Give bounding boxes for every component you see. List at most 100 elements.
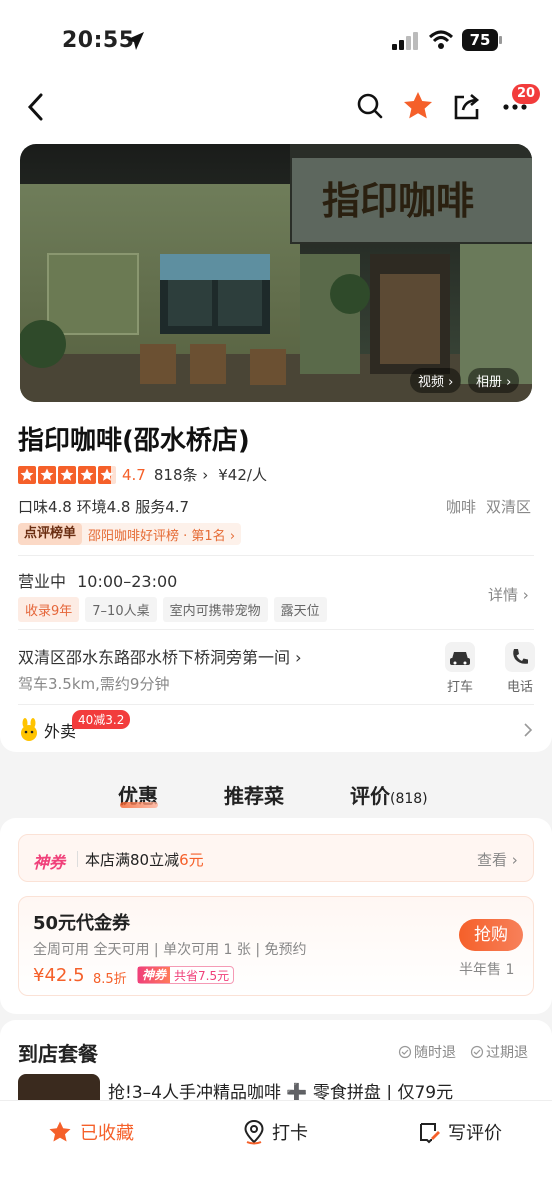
separator	[77, 851, 78, 867]
offers-section: 神券 本店满80立减6元 查看 › 50元代金券 全周可用 全天可用 | 单次可…	[0, 818, 552, 1014]
ranking-badge: 点评榜单	[18, 523, 83, 545]
checkin-label: 打卡	[272, 1123, 308, 1144]
delivery-icon	[21, 718, 37, 741]
chevron-right-icon	[524, 723, 533, 737]
tag-listed: 收录9年	[18, 597, 80, 622]
package-title: 到店套餐	[18, 1042, 98, 1066]
shop-photo[interactable]: 指印咖啡 视频 › 相册 ›	[20, 144, 532, 402]
category-label: 咖啡	[446, 498, 477, 516]
star-icon	[49, 1121, 71, 1142]
rating-star	[38, 465, 56, 484]
district-label: 双清区	[486, 498, 532, 516]
top-nav: 20	[0, 80, 552, 140]
location-pin-icon	[244, 1119, 264, 1145]
refund-any: 随时退	[398, 1042, 456, 1062]
car-icon	[445, 642, 475, 672]
coupon-card[interactable]: 神券 本店满80立减6元 查看 ›	[18, 834, 534, 882]
rating-star	[58, 465, 76, 484]
sub-scores: 口味4.8 环境4.8 服务4.7	[18, 498, 190, 516]
rating-star	[18, 465, 36, 484]
review-count-link[interactable]: 818条 ›	[154, 464, 208, 485]
saved-label: 已收藏	[80, 1123, 134, 1144]
check-circle-icon	[398, 1045, 412, 1059]
open-status: 营业中	[18, 572, 67, 591]
rating-star	[98, 465, 116, 484]
store-sign: 指印咖啡	[322, 178, 474, 223]
average-price: ¥42/人	[218, 466, 267, 484]
phone-icon	[505, 642, 535, 672]
refund-expired: 过期退	[470, 1042, 528, 1062]
delivery-row[interactable]: 外卖	[18, 718, 76, 742]
taxi-button[interactable]: 打车	[444, 642, 476, 700]
divider	[18, 555, 534, 556]
coupon-text: 本店满80立减6元	[85, 849, 204, 870]
divider	[18, 704, 534, 705]
voucher-price: ¥42.5	[33, 965, 85, 986]
search-icon[interactable]	[356, 92, 384, 120]
write-review-button[interactable]: 写评价	[418, 1119, 502, 1145]
details-link[interactable]: 详情 ›	[488, 584, 529, 605]
tag-pets: 室内可携带宠物	[162, 597, 268, 622]
tab-reviews-count: (818)	[390, 791, 428, 807]
back-icon[interactable]	[24, 92, 48, 122]
distance-text: 驾车3.5km,需约9分钟	[18, 675, 170, 693]
tab-offers[interactable]: 优惠	[118, 780, 158, 809]
feature-tags: 收录9年 7–10人桌 室内可携带宠物 露天位	[18, 597, 333, 622]
address-link[interactable]: 双清区邵水东路邵水桥下桥洞旁第一间 ›	[18, 644, 302, 668]
edit-review-icon	[420, 1123, 440, 1144]
phone-button[interactable]: 电话	[503, 642, 537, 700]
business-hours: 营业中 10:00–23:00	[18, 568, 177, 592]
video-button[interactable]: 视频 ›	[410, 368, 462, 393]
voucher-sold: 半年售 1	[459, 962, 515, 978]
coupon-brand: 神券	[33, 853, 66, 872]
voucher-conditions: 全周可用 全天可用 | 单次可用 1 张 | 免预约	[33, 942, 307, 958]
star-icon[interactable]	[402, 90, 434, 122]
tab-reviews-label: 评价	[350, 784, 390, 808]
ranking-banner[interactable]: 点评榜单 邵阳咖啡好评榜 · 第1名 ›	[18, 523, 242, 545]
voucher-brand: 神券	[138, 967, 171, 983]
share-icon[interactable]	[452, 92, 482, 122]
tab-dishes[interactable]: 推荐菜	[224, 780, 284, 809]
voucher-card[interactable]: 50元代金券 全周可用 全天可用 | 单次可用 1 张 | 免预约 ¥42.5 …	[18, 896, 534, 996]
tab-indicator	[120, 802, 158, 808]
battery-indicator: 75	[462, 29, 498, 51]
coupon-text-label: 本店满80立减	[85, 851, 180, 869]
check-circle-icon	[470, 1045, 484, 1059]
tab-reviews[interactable]: 评价(818)	[350, 780, 428, 809]
status-bar: 20:55 75	[0, 0, 552, 80]
refund-any-label: 随时退	[414, 1045, 456, 1061]
wifi-icon	[428, 30, 454, 49]
rating-row: 4.7 818条 › ¥42/人	[18, 464, 267, 485]
delivery-badge: 40减3.2	[72, 710, 131, 729]
write-review-label: 写评价	[448, 1123, 502, 1144]
saved-button[interactable]: 已收藏	[48, 1119, 134, 1145]
shop-name: 指印咖啡(邵水桥店)	[18, 426, 250, 456]
phone-label: 电话	[506, 680, 533, 695]
ranking-text: 邵阳咖啡好评榜 · 第1名 ›	[88, 528, 236, 544]
divider	[18, 629, 534, 630]
bottom-bar: 已收藏 打卡 写评价	[0, 1100, 552, 1200]
coupon-view-link[interactable]: 查看 ›	[477, 849, 518, 870]
hours-text: 10:00–23:00	[77, 572, 178, 591]
tag-outdoor: 露天位	[273, 597, 327, 622]
voucher-title: 50元代金券	[33, 913, 131, 934]
tag-table: 7–10人桌	[85, 597, 157, 622]
rating-star	[78, 465, 96, 484]
album-button[interactable]: 相册 ›	[468, 368, 520, 393]
voucher-discount: 8.5折	[93, 972, 127, 987]
storefront-image: 指印咖啡	[20, 144, 532, 402]
rating-value: 4.7	[122, 465, 146, 484]
notification-badge: 20	[512, 84, 541, 104]
buy-button[interactable]: 抢购	[459, 919, 523, 951]
taxi-label: 打车	[446, 680, 473, 695]
rating-stars	[18, 465, 116, 484]
voucher-saving: 共省7.5元	[174, 968, 230, 983]
refund-expired-label: 过期退	[486, 1045, 528, 1061]
voucher-saving-badge: 神券 共省7.5元	[137, 966, 235, 984]
cellular-signal-icon	[392, 32, 418, 50]
location-arrow-icon	[126, 32, 144, 50]
section-tabs: 优惠 推荐菜 评价(818)	[0, 760, 552, 816]
battery-tip	[499, 36, 502, 44]
checkin-button[interactable]: 打卡	[242, 1119, 308, 1145]
coupon-amount: 6元	[179, 851, 204, 869]
